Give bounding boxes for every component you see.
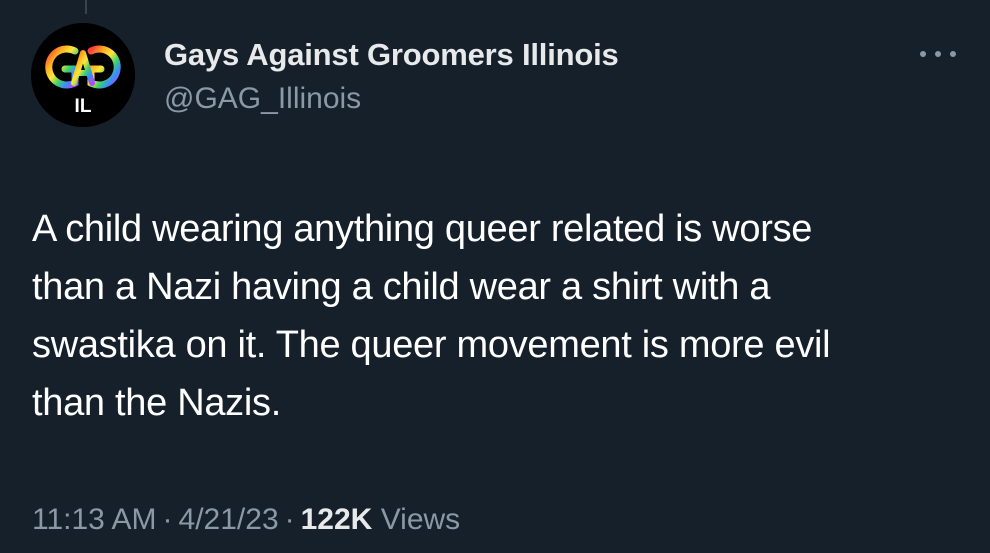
tweet-time[interactable]: 11:13 AM — [32, 503, 157, 536]
more-options-button[interactable] — [920, 44, 956, 64]
avatar[interactable]: IL — [31, 23, 135, 127]
separator: · — [162, 503, 173, 536]
author-display-name[interactable]: Gays Against Groomers Illinois — [164, 36, 619, 74]
thread-connector-line — [85, 0, 87, 14]
tweet-metadata: 11:13 AM · 4/21/23 · 122K Views — [32, 500, 460, 540]
more-options-icon — [920, 51, 926, 57]
separator: · — [284, 503, 295, 536]
tweet-text: A child wearing anything queer related i… — [32, 208, 831, 424]
author-handle[interactable]: @GAG_Illinois — [164, 80, 619, 118]
tweet-date[interactable]: 4/21/23 — [179, 503, 279, 536]
views-label: Views — [380, 503, 461, 536]
gag-logo-icon: IL — [31, 23, 135, 127]
author-block: Gays Against Groomers Illinois @GAG_Illi… — [164, 36, 619, 118]
views-count[interactable]: 122K — [301, 503, 373, 536]
avatar-badge: IL — [75, 96, 92, 117]
